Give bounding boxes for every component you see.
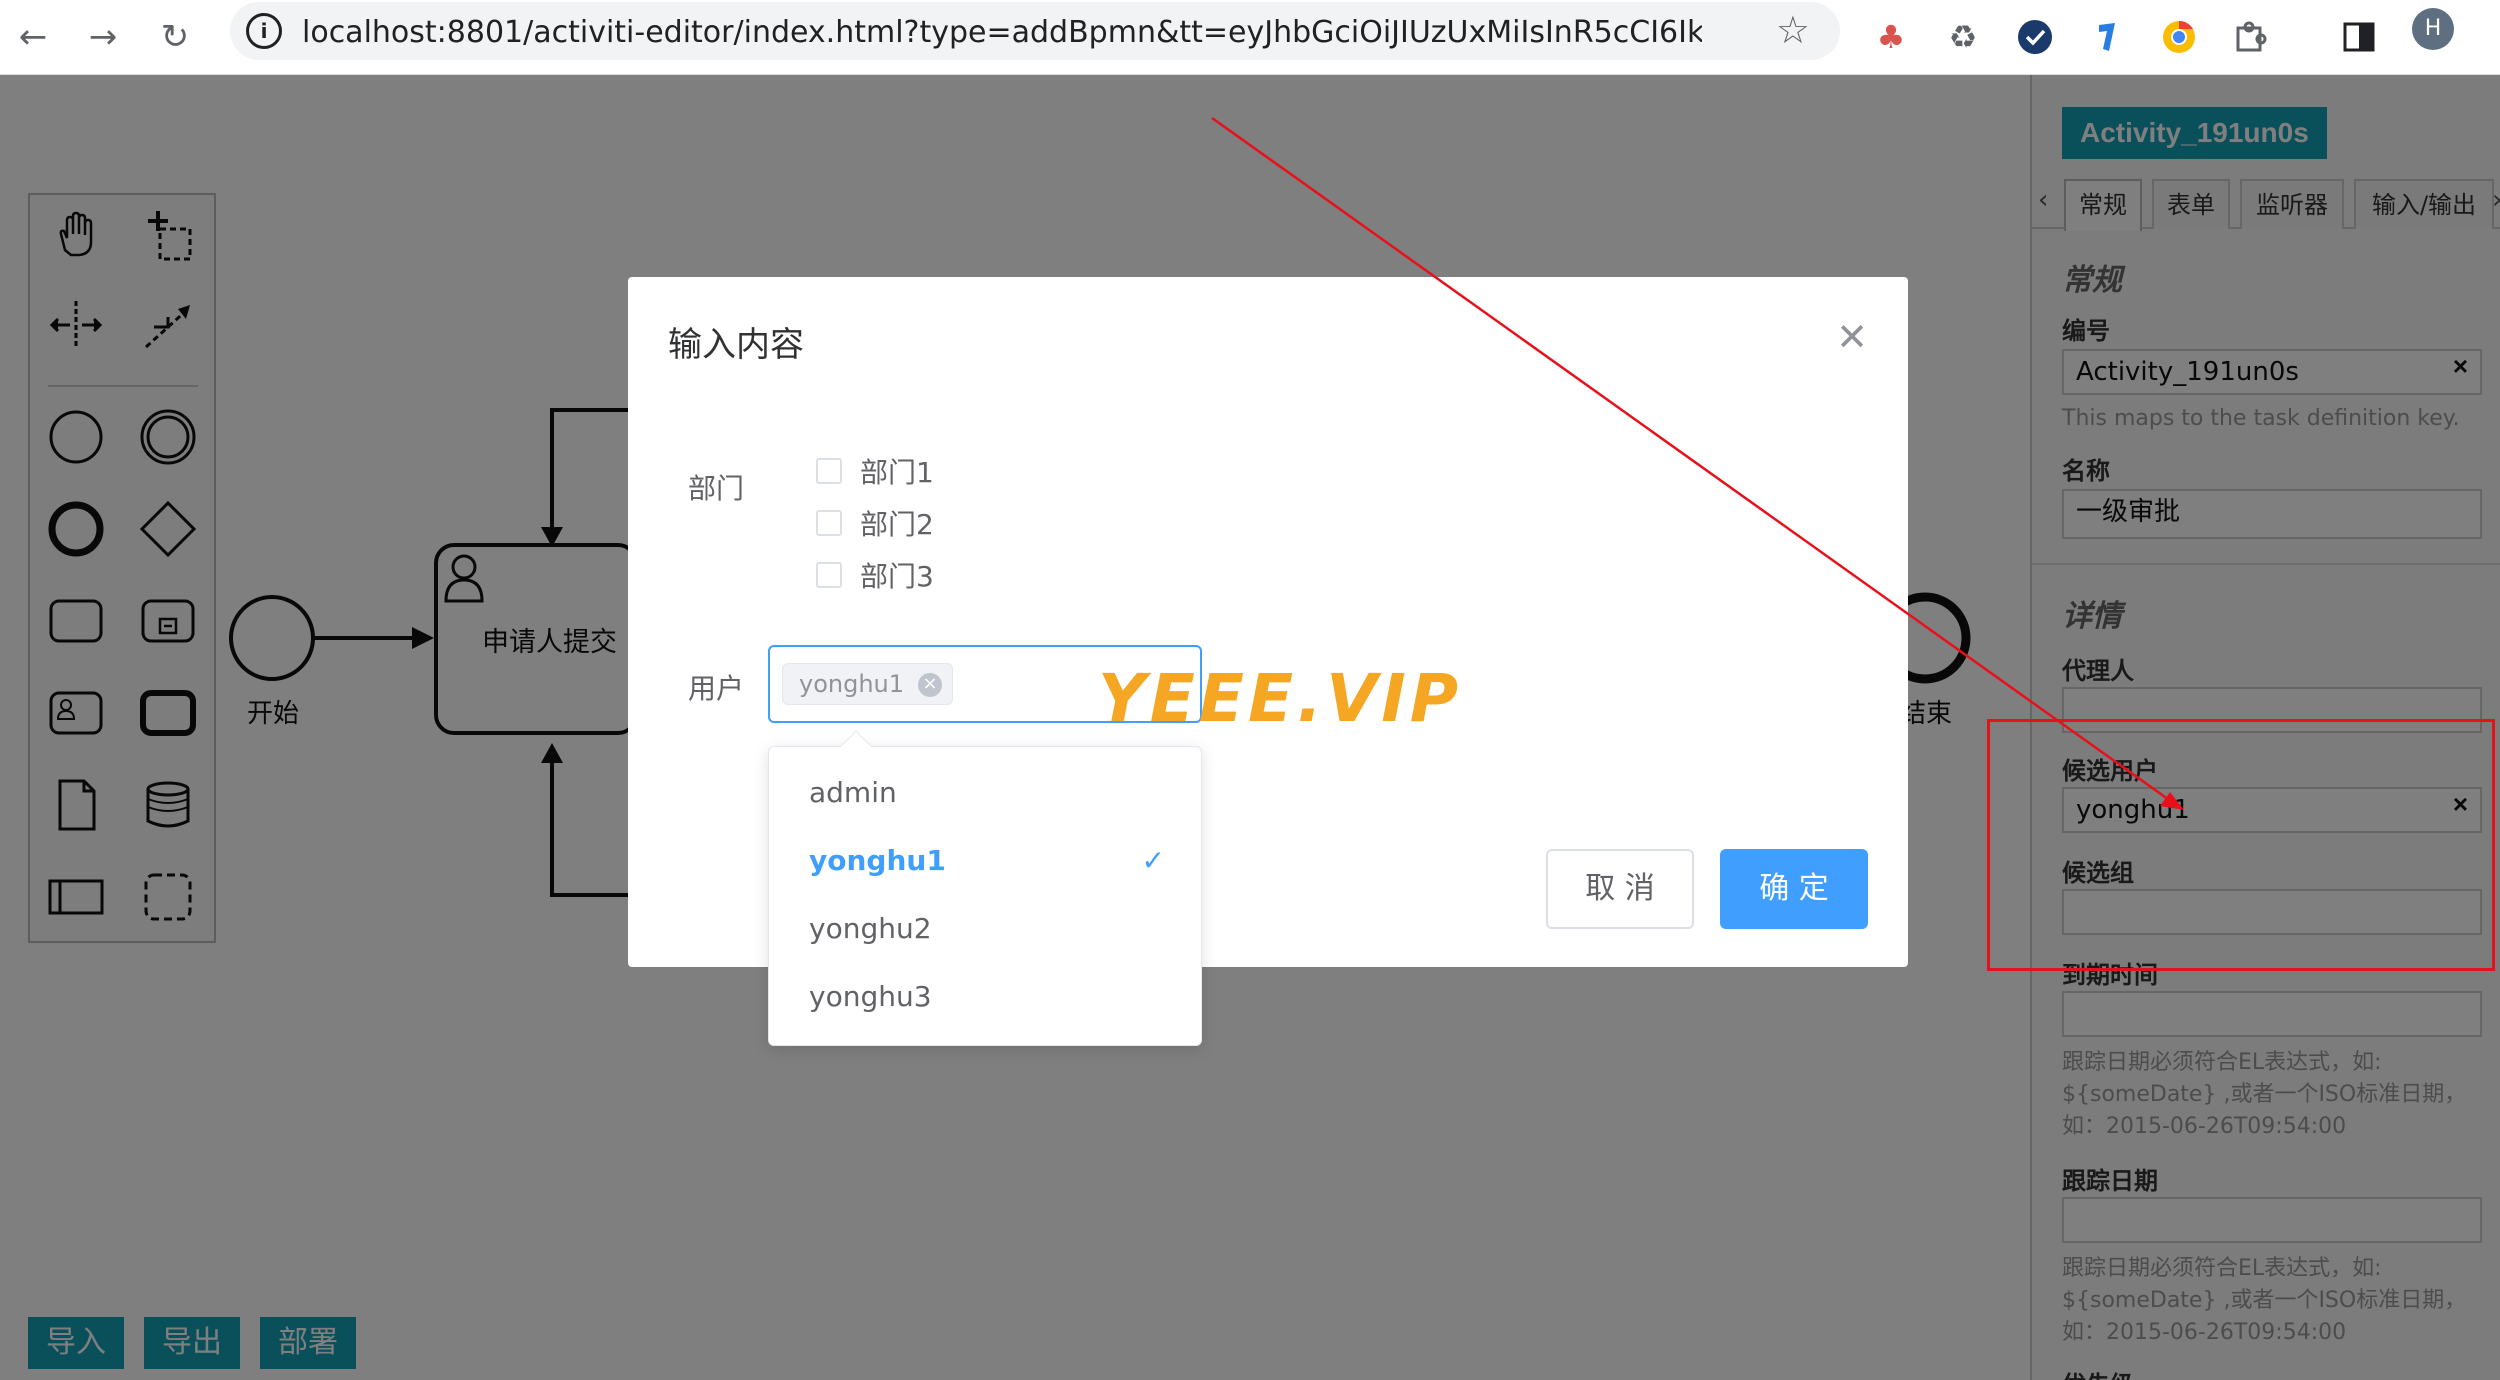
annotation-arrow <box>1211 116 2184 810</box>
